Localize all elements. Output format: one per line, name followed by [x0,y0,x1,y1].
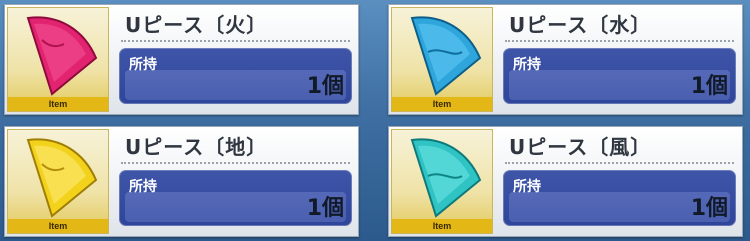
divider [505,162,734,164]
owned-label: 所持 [513,179,541,195]
item-card-wind[interactable]: Item Uピース〔風〕 所持 1個 [388,126,743,237]
item-name: Uピース〔火〕 [125,13,268,37]
divider [505,40,734,42]
item-thumbnail: Item [7,129,109,234]
item-name: Uピース〔水〕 [509,13,652,37]
owned-panel: 所持 1個 [119,48,352,104]
divider [121,162,350,164]
fire-piece-icon [26,16,98,96]
item-tag: Item [392,97,492,111]
item-tag: Item [8,219,108,233]
owned-label: 所持 [513,57,541,73]
owned-panel: 所持 1個 [119,170,352,226]
owned-count: 1個 [690,196,728,221]
item-thumbnail: Item [391,129,493,234]
item-card-earth[interactable]: Item Uピース〔地〕 所持 1個 [4,126,359,237]
earth-piece-icon [26,138,98,218]
divider [121,40,350,42]
item-card-fire[interactable]: Item Uピース〔火〕 所持 1個 [4,4,359,115]
item-tag: Item [392,219,492,233]
owned-label: 所持 [129,57,157,73]
item-tag: Item [8,97,108,111]
item-name: Uピース〔地〕 [125,135,268,159]
owned-panel: 所持 1個 [503,48,736,104]
item-name: Uピース〔風〕 [509,135,652,159]
owned-panel: 所持 1個 [503,170,736,226]
owned-count: 1個 [306,74,344,99]
wind-piece-icon [410,138,482,218]
owned-count: 1個 [690,74,728,99]
item-thumbnail: Item [7,7,109,112]
owned-count: 1個 [306,196,344,221]
owned-label: 所持 [129,179,157,195]
water-piece-icon [410,16,482,96]
item-thumbnail: Item [391,7,493,112]
item-card-water[interactable]: Item Uピース〔水〕 所持 1個 [388,4,743,115]
